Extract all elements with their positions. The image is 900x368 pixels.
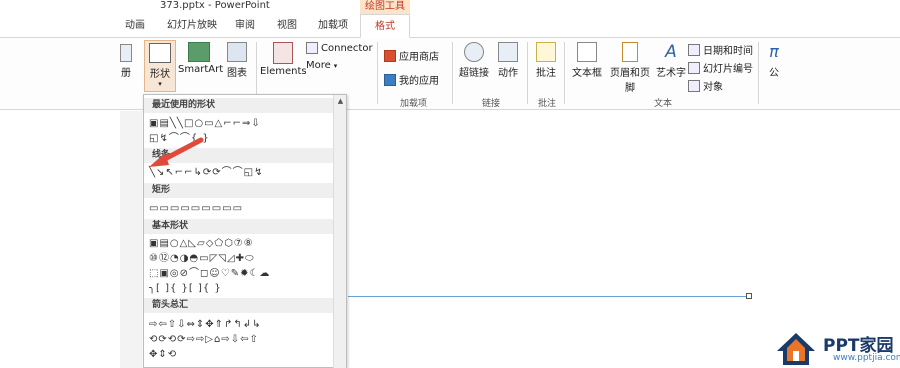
- calendar-icon: [688, 43, 700, 56]
- tab-review[interactable]: 审阅: [228, 14, 262, 38]
- line-end-handle[interactable]: [746, 293, 752, 299]
- section-rect: 矩形: [144, 183, 346, 198]
- shapes-label: 形状: [150, 69, 170, 80]
- datetime-label: 日期和时间: [703, 46, 753, 57]
- slide-number-label: 幻灯片编号: [703, 64, 753, 75]
- title-bar: 373.pptx - PowerPoint: [0, 0, 900, 14]
- connector-label: Connector: [321, 42, 373, 54]
- more-label: More: [306, 60, 331, 71]
- globe-icon: [464, 42, 484, 62]
- smartart-icon: [188, 42, 210, 62]
- divider: [758, 42, 759, 104]
- comment-button[interactable]: 批注: [532, 42, 560, 79]
- wordart-button[interactable]: A 艺术字: [656, 42, 686, 79]
- gallery-scrollbar[interactable]: ▲: [333, 95, 346, 368]
- red-arrow-icon: [149, 137, 204, 167]
- section-basic: 基本形状: [144, 219, 346, 234]
- comment-label: 批注: [536, 68, 556, 79]
- pi-icon: π: [769, 42, 779, 61]
- group-links-label: 链接: [482, 99, 501, 109]
- header-footer-icon: [622, 42, 638, 62]
- window-title: 373.pptx - PowerPoint: [160, 0, 270, 11]
- datetime-button[interactable]: 日期和时间: [688, 42, 753, 57]
- drawing-tools-context-label: 绘图工具: [360, 0, 410, 14]
- object-icon: [688, 79, 700, 92]
- group-text-label: 文本: [654, 99, 673, 109]
- hyperlink-button[interactable]: 超链接: [458, 42, 490, 79]
- my-apps-label: 我的应用: [399, 76, 439, 87]
- watermark-logo: PPT家园 www.pptjia.com: [775, 331, 900, 368]
- divider: [452, 42, 453, 104]
- apps-icon: [384, 73, 396, 86]
- more-button[interactable]: More ▾: [306, 60, 337, 71]
- tab-addins[interactable]: 加载项: [310, 14, 356, 38]
- app-store-button[interactable]: 应用商店: [384, 48, 439, 63]
- textbox-button[interactable]: 文本框: [570, 42, 604, 79]
- store-icon: [384, 49, 396, 62]
- ribbon: 册 形状 ▾ SmartArt 图表 Elements Connector Mo…: [0, 38, 900, 110]
- header-footer-button[interactable]: 页眉和页脚: [606, 42, 654, 94]
- powerpoint-window: 373.pptx - PowerPoint 绘图工具 动画 幻灯片放映 审阅 视…: [0, 0, 900, 368]
- object-button[interactable]: 对象: [688, 78, 723, 93]
- divider: [527, 42, 528, 104]
- my-apps-button[interactable]: 我的应用: [384, 72, 439, 87]
- chart-icon: [227, 42, 247, 62]
- chevron-down-icon: ▾: [158, 80, 162, 88]
- ribbon-tabs: 动画 幻灯片放映 审阅 视图 加载项 格式: [0, 14, 900, 38]
- app-store-label: 应用商店: [399, 52, 439, 63]
- ribbon-left-label: 册: [121, 68, 131, 79]
- smartart-label: SmartArt: [178, 64, 224, 75]
- hyperlink-label: 超链接: [459, 68, 489, 79]
- thumbnail-strip: [120, 111, 142, 368]
- object-label: 对象: [703, 82, 723, 93]
- section-arrows: 箭头总汇: [144, 298, 346, 313]
- hash-icon: [688, 61, 700, 74]
- tab-view[interactable]: 视图: [270, 14, 304, 38]
- ribbon-left-button[interactable]: 册: [116, 44, 136, 79]
- section-recent: 最近使用的形状: [144, 98, 346, 113]
- smartart-button[interactable]: SmartArt: [178, 42, 224, 75]
- textbox-icon: [577, 42, 597, 62]
- tab-format[interactable]: 格式: [360, 14, 410, 38]
- action-button[interactable]: 动作: [494, 42, 522, 79]
- star-icon: [498, 42, 518, 62]
- scroll-up-icon[interactable]: ▲: [336, 97, 345, 106]
- shapes-icon: [149, 43, 171, 63]
- comment-icon: [536, 42, 556, 62]
- elements-label: Elements: [260, 66, 307, 77]
- house-icon: [777, 333, 815, 365]
- basic-shapes[interactable]: ▣▤○△◺▱◇⬠⬡⑦⑧ ⑩⑫◔◑◓▭◸◹◿✚⬭ ⬚▣◎⊘⌒◻☺♡✎✹☾☁ ╮[ …: [149, 236, 344, 296]
- chart-label: 图表: [227, 68, 247, 79]
- connector-button[interactable]: Connector: [306, 42, 373, 54]
- action-label: 动作: [498, 68, 518, 79]
- tab-slideshow[interactable]: 幻灯片放映: [160, 14, 224, 38]
- shapes-gallery: 最近使用的形状 ▣▤╲╲□○▭△⌐⌐⇒⇩ ◱↯⌒⌒{ } 线条 ╲↘↖⌐⌐↳⟳⟳…: [143, 94, 347, 368]
- rect-shapes[interactable]: ▭▭▭▭▭▭▭▭▭: [149, 201, 344, 216]
- group-comments-label: 批注: [538, 99, 557, 109]
- formula-button[interactable]: π 公: [764, 42, 784, 79]
- header-footer-label: 页眉和页脚: [610, 68, 650, 94]
- elements-icon: [273, 42, 293, 64]
- drawn-line[interactable]: [348, 296, 750, 297]
- group-addins-label: 加载项: [400, 99, 428, 109]
- arrow-shapes[interactable]: ⇨⇦⇧⇩⇔⇕✥⇑↱↰↲↳ ⟲⟳⟲⟳⇨⇨▷⌂⇨⇩⇦⇧ ✥⇕⟲: [149, 317, 344, 362]
- divider: [564, 42, 565, 104]
- chevron-down-icon: ▾: [333, 61, 338, 70]
- textbox-label: 文本框: [572, 68, 602, 79]
- wordart-icon: A: [665, 42, 677, 62]
- formula-label: 公: [769, 68, 779, 79]
- chart-button[interactable]: 图表: [224, 42, 250, 79]
- table-icon: [120, 44, 132, 62]
- wordart-label: 艺术字: [656, 68, 686, 79]
- slide-number-button[interactable]: 幻灯片编号: [688, 60, 753, 75]
- tab-animation[interactable]: 动画: [118, 14, 152, 38]
- shapes-button[interactable]: 形状 ▾: [144, 40, 176, 92]
- divider: [377, 42, 378, 104]
- elements-button[interactable]: Elements: [260, 42, 307, 77]
- brand-site: www.pptjia.com: [833, 353, 900, 363]
- connector-icon: [306, 42, 318, 54]
